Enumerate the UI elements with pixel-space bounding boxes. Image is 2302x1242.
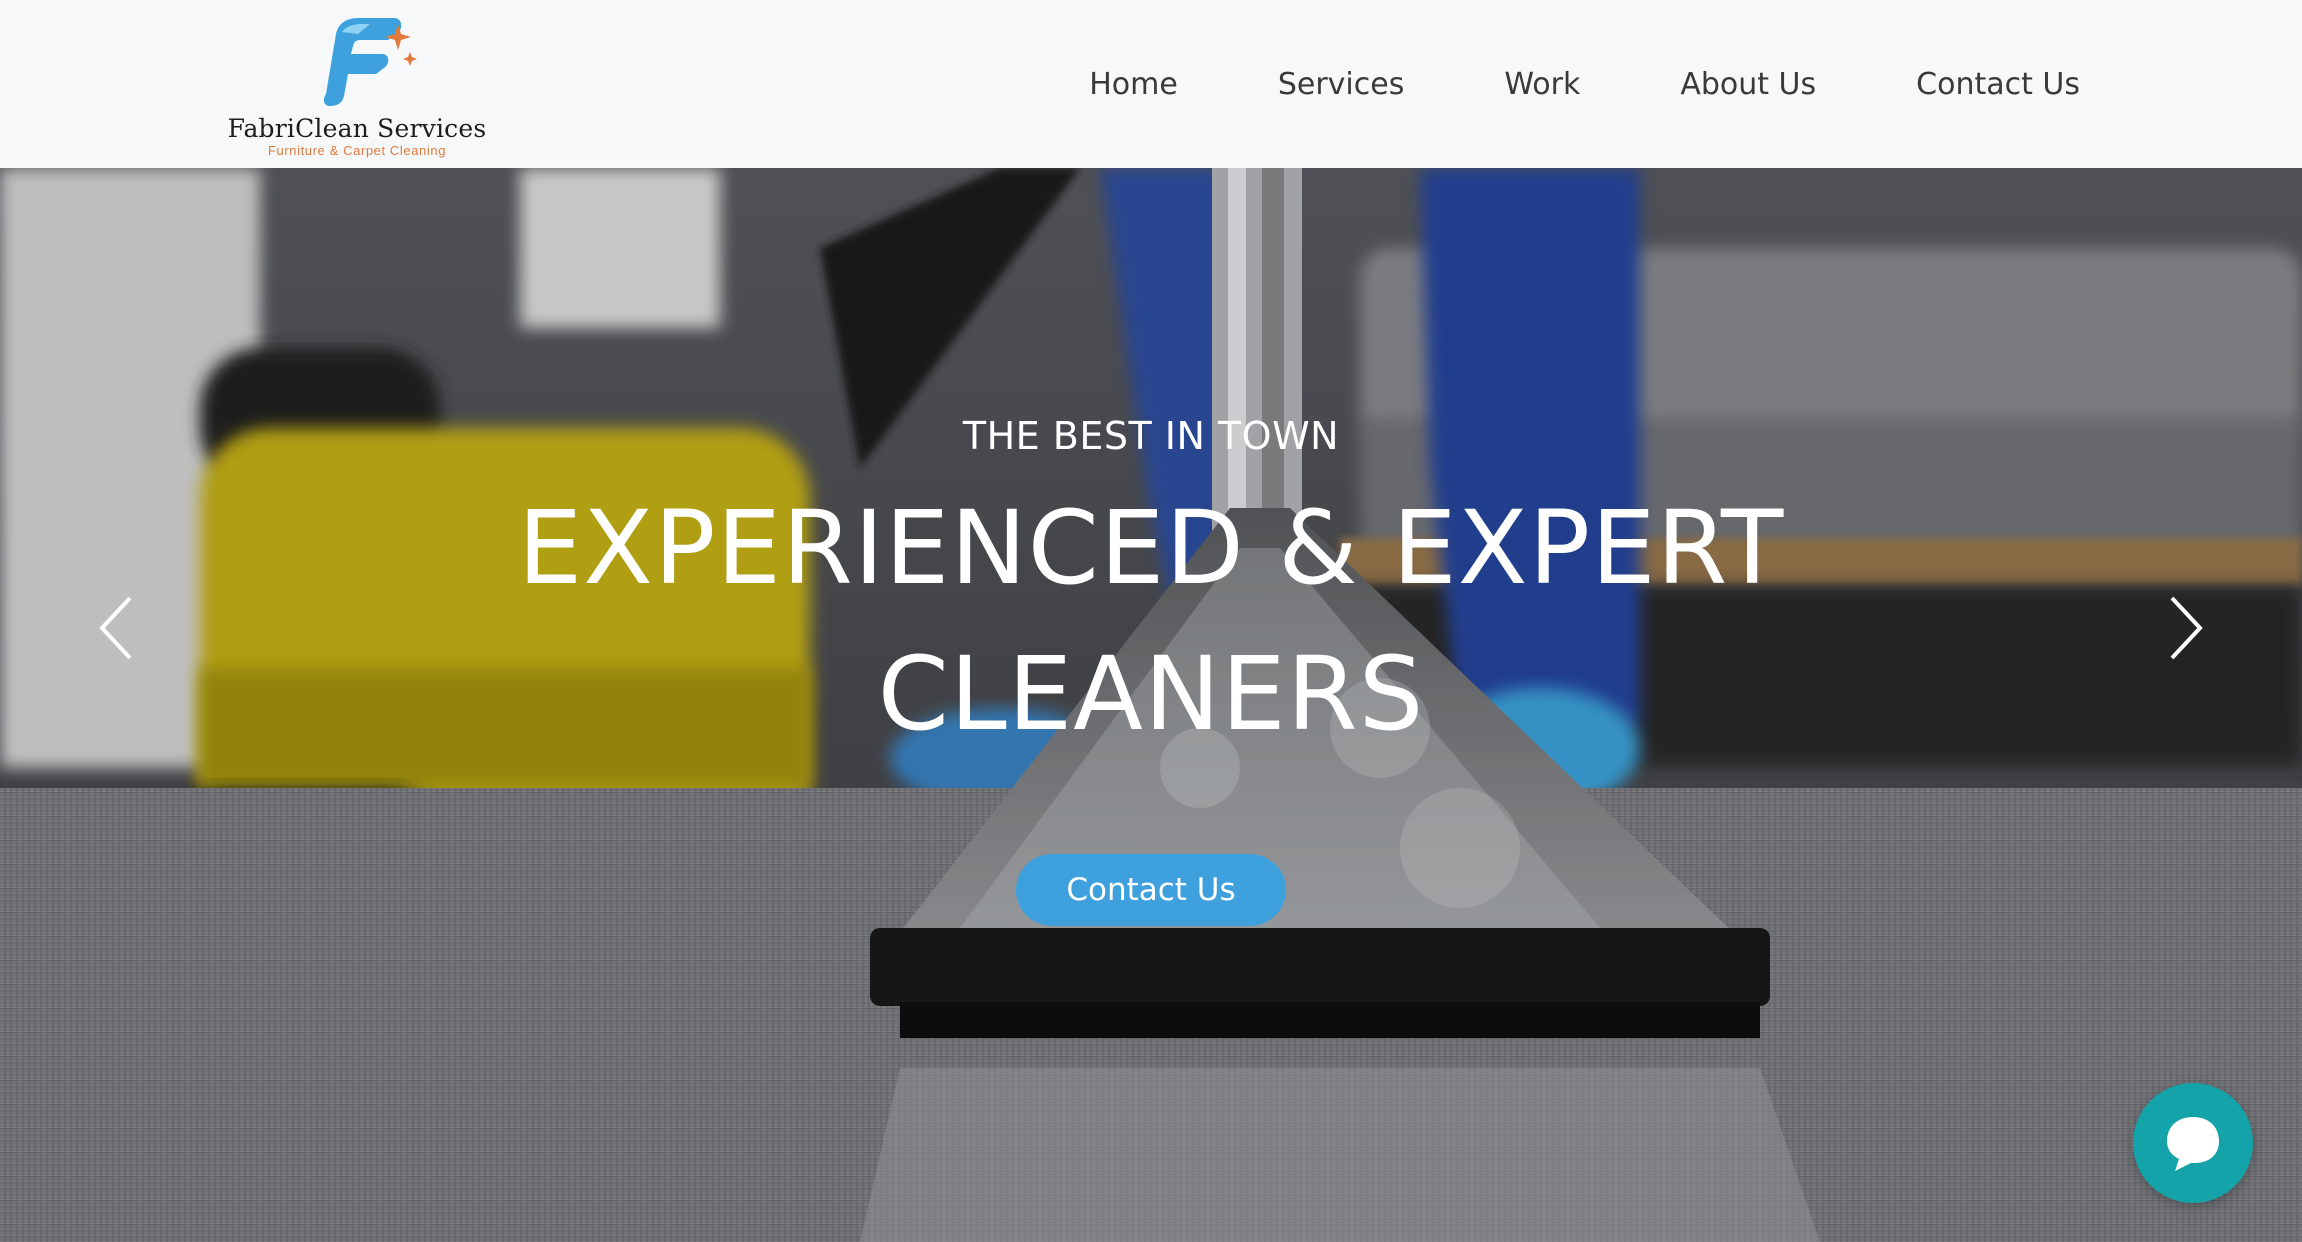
site-header: FabriClean Services Furniture & Carpet C…	[0, 0, 2302, 168]
chevron-left-icon	[99, 596, 132, 660]
brand-tagline: Furniture & Carpet Cleaning	[267, 143, 447, 158]
brand-logo[interactable]: FabriClean Services Furniture & Carpet C…	[222, 8, 492, 158]
nav-contact-link[interactable]: Contact Us	[1916, 67, 2080, 102]
nav-services-link[interactable]: Services	[1278, 67, 1405, 102]
slider-prev-button[interactable]	[92, 592, 142, 664]
chat-bubble-icon	[2167, 1117, 2219, 1171]
chevron-right-icon	[2170, 596, 2203, 660]
nav-work-link[interactable]: Work	[1504, 67, 1580, 102]
brand-name: FabriClean Services	[227, 114, 487, 143]
hero-headline-line1: EXPERIENCED & EXPERT	[517, 489, 1785, 608]
hero-contact-button[interactable]: Contact Us	[1016, 854, 1286, 926]
hero-slider: THE BEST IN TOWN EXPERIENCED & EXPERT CL…	[0, 168, 2302, 1242]
hero-headline-line2: CLEANERS	[877, 635, 1425, 754]
nav-about-link[interactable]: About Us	[1680, 67, 1816, 102]
chat-widget-button[interactable]	[2133, 1083, 2253, 1203]
nav-home-link[interactable]: Home	[1089, 67, 1178, 102]
logo-f-icon	[323, 18, 417, 106]
slider-next-button[interactable]	[2160, 592, 2210, 664]
main-nav: Home Services Work About Us Contact Us	[1089, 0, 2080, 168]
hero-eyebrow: THE BEST IN TOWN	[962, 414, 1340, 458]
